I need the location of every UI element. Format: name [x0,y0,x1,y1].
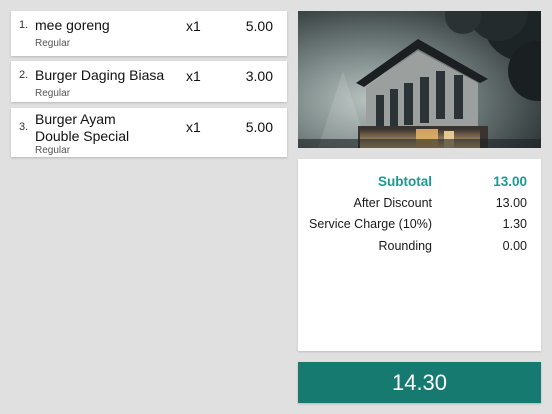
total-amount: 14.30 [391,369,448,395]
subtotal-row: Subtotal 13.00 [298,174,541,194]
rounding-value: 0.00 [502,239,527,253]
service-charge-row: Service Charge (10%) 1.30 [298,217,541,237]
after-discount-value: 13.00 [495,196,527,210]
item-quantity: x1 [186,119,201,135]
item-index: 1. [19,19,29,31]
item-quantity: x1 [186,68,201,84]
order-item[interactable]: 2. Burger Daging Biasa Regular x1 3.00 [11,61,287,102]
building-image [298,11,541,148]
total-pay-button[interactable]: 14.30 [298,362,541,403]
item-variant: Regular [35,88,71,99]
item-index: 2. [19,69,29,81]
item-name: Burger Daging Biasa [35,67,165,83]
order-summary: Subtotal 13.00 After Discount 13.00 Serv… [298,159,541,351]
item-name: mee goreng [35,17,110,33]
order-item[interactable]: 1. mee goreng Regular x1 5.00 [11,11,287,56]
service-charge-value: 1.30 [502,217,527,231]
item-quantity: x1 [186,18,201,34]
after-discount-label: After Discount [353,196,432,210]
store-photo [298,11,541,148]
item-variant: Regular [35,38,71,49]
subtotal-value: 13.00 [493,174,527,189]
item-name-block: mee goreng Regular [35,17,185,50]
item-name: Burger Ayam Double Special [35,111,130,144]
after-discount-row: After Discount 13.00 [298,196,541,216]
item-price: 3.00 [245,68,273,84]
item-variant: Regular [35,145,71,156]
item-price: 5.00 [245,18,273,34]
item-price: 5.00 [245,119,273,135]
item-name-block: Burger Ayam Double Special Regular [35,111,145,157]
rounding-label: Rounding [378,239,432,253]
order-item[interactable]: 3. Burger Ayam Double Special Regular x1… [11,108,287,157]
item-name-block: Burger Daging Biasa Regular [35,67,185,100]
item-index: 3. [19,121,29,133]
service-charge-label: Service Charge (10%) [309,217,432,231]
rounding-row: Rounding 0.00 [298,239,541,259]
subtotal-label: Subtotal [378,174,432,189]
